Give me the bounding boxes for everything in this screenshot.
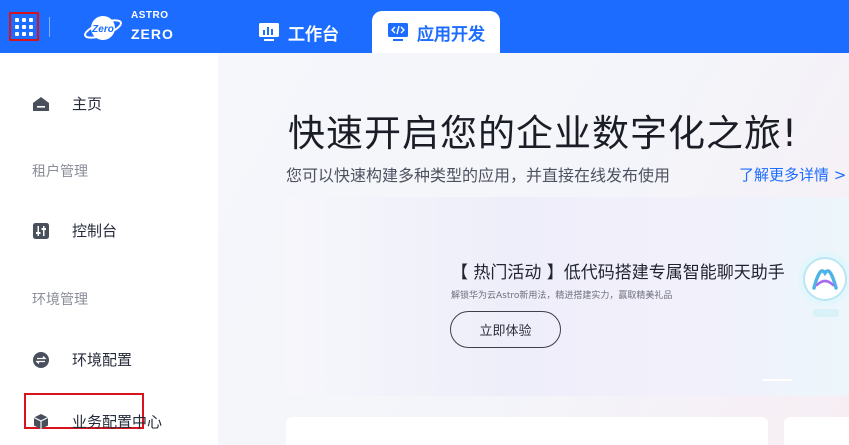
tab-app-development[interactable]: 应用开发 [372, 11, 500, 53]
sidebar-group-tenant: 租户管理 [32, 164, 88, 180]
carousel-indicator[interactable] [762, 379, 792, 381]
code-screen-icon [388, 23, 408, 41]
sidebar-item-label: 主页 [72, 95, 103, 113]
try-now-button[interactable]: 立即体验 [450, 311, 561, 348]
page-title: 快速开启您的企业数字化之旅! [288, 112, 798, 155]
logo-badge-text: Zero [91, 24, 114, 35]
sidebar-item-label: 业务配置中心 [72, 413, 163, 431]
learn-more-link[interactable]: 了解更多详情 > [739, 164, 846, 185]
sidebar-item-label: 环境配置 [72, 351, 133, 369]
divider [49, 17, 50, 37]
chatbot-assistant-icon[interactable] [795, 249, 849, 321]
tab-workbench[interactable]: 工作台 [258, 11, 339, 53]
grid-icon [15, 17, 33, 36]
content-card [784, 417, 849, 445]
logo-line-1: ASTRO [131, 10, 169, 21]
sidebar-item-label: 控制台 [72, 222, 118, 240]
promo-banner[interactable]: 【 热门活动 】低代码搭建专属智能聊天助手 解锁华为云Astro新用法，精进搭建… [286, 197, 849, 396]
app-launcher-button[interactable] [9, 12, 39, 41]
product-name: ASTRO ZERO [131, 10, 174, 42]
logo-line-2: ZERO [131, 26, 174, 42]
tab-app-development-label: 应用开发 [417, 24, 485, 45]
sliders-icon [32, 222, 50, 240]
monitor-chart-icon [259, 23, 279, 41]
content-card [286, 417, 768, 445]
top-navigation-bar: Zero ASTRO ZERO 工作台 应用开发 [0, 0, 849, 53]
astro-zero-logo-icon: Zero [84, 16, 122, 40]
sidebar-group-environment: 环境管理 [32, 292, 88, 308]
tab-workbench-label: 工作台 [288, 24, 339, 45]
banner-title: 【 热门活动 】低代码搭建专属智能聊天助手 [451, 263, 785, 283]
sidebar-item-business-config-center[interactable]: 业务配置中心 [32, 411, 162, 432]
cube-icon [32, 413, 50, 431]
sidebar-item-console[interactable]: 控制台 [32, 220, 117, 241]
banner-description: 解锁华为云Astro新用法，精进搭建实力，赢取精美礼品 [451, 291, 673, 301]
swap-icon [32, 351, 50, 369]
home-icon [32, 95, 50, 113]
main-content: 快速开启您的企业数字化之旅! 您可以快速构建多种类型的应用，并直接在线发布使用 … [218, 53, 849, 445]
sidebar-item-environment-config[interactable]: 环境配置 [32, 349, 132, 370]
page-subtitle: 您可以快速构建多种类型的应用，并直接在线发布使用 [286, 166, 671, 185]
sidebar-item-home[interactable]: 主页 [32, 93, 102, 114]
sidebar: 主页 租户管理 控制台 环境管理 环境配置 业务配置中心 [0, 53, 218, 445]
